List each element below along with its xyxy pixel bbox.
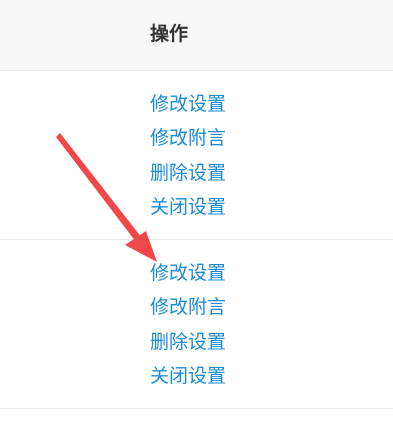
settings-table: 购 益 益 购 购印 益 益 操作 修改设置 修改附言 删除设置 关闭设置 修改… xyxy=(0,0,393,423)
close-settings-link[interactable]: 关闭设置 xyxy=(150,194,226,220)
delete-settings-link[interactable]: 删除设置 xyxy=(150,329,226,355)
edit-settings-link[interactable]: 修改设置 xyxy=(150,260,226,286)
edit-note-link[interactable]: 修改附言 xyxy=(150,125,226,151)
close-settings-link[interactable]: 关闭设置 xyxy=(150,363,226,389)
actions-column-header: 操作 xyxy=(150,23,189,45)
table-row: 修改设置 修改附言 删除设置 关闭设置 xyxy=(0,240,393,409)
edit-note-link[interactable]: 修改附言 xyxy=(150,294,226,320)
delete-settings-link[interactable]: 删除设置 xyxy=(150,160,226,186)
table-header: 操作 xyxy=(0,0,393,71)
table-row: 修改设置 修改附言 删除设置 关闭设置 xyxy=(0,71,393,240)
table-row xyxy=(0,409,393,423)
edit-settings-link[interactable]: 修改设置 xyxy=(150,91,226,117)
